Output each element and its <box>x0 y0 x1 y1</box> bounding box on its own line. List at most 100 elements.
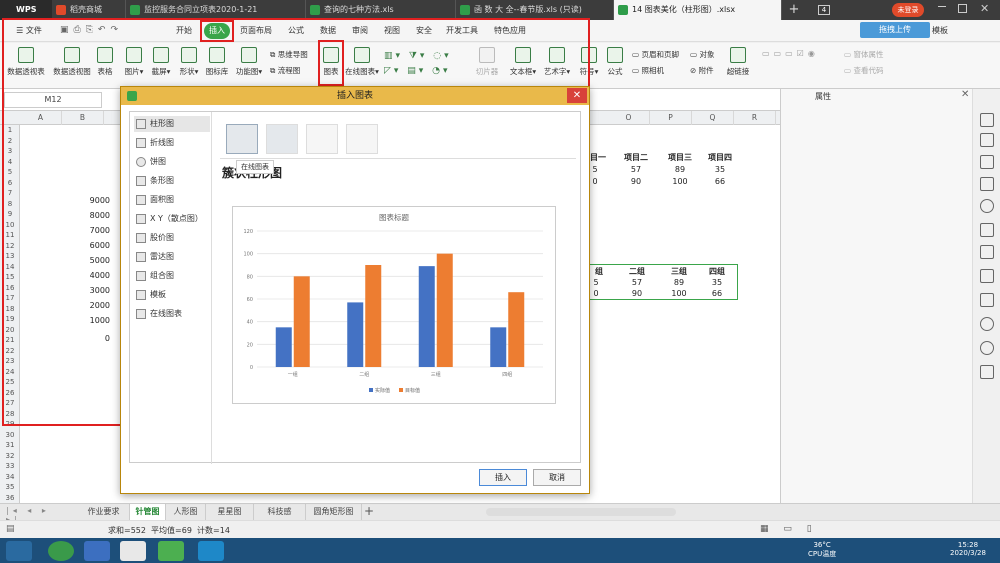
minimize-icon[interactable] <box>938 6 946 7</box>
col-o[interactable]: O <box>608 111 650 125</box>
category-line[interactable]: 折线图 <box>134 135 210 151</box>
category-pie[interactable]: 饼图 <box>134 154 210 170</box>
clock[interactable]: 15:28 2020/3/28 <box>950 541 986 557</box>
photos-icon[interactable] <box>120 541 146 561</box>
sheet-tab[interactable]: 星星图 <box>206 504 254 520</box>
new-tab-button[interactable]: + <box>786 2 802 18</box>
maximize-icon[interactable] <box>958 4 967 13</box>
row-header-cell[interactable]: 32 <box>0 451 20 462</box>
category-column[interactable]: 柱形图 <box>134 116 210 132</box>
category-scatter[interactable]: X Y（散点图） <box>134 211 210 227</box>
subtype-stacked[interactable] <box>266 124 298 154</box>
col-p[interactable]: P <box>650 111 692 125</box>
cancel-button[interactable]: 取消 <box>533 469 581 486</box>
subtype-3d[interactable] <box>346 124 378 154</box>
help-icon[interactable] <box>980 317 994 331</box>
history-icon[interactable] <box>980 341 994 355</box>
table-cell[interactable]: 100 <box>660 177 700 186</box>
col-r[interactable]: R <box>734 111 776 125</box>
category-template[interactable]: 模板 <box>134 287 210 303</box>
style-icon[interactable] <box>980 133 994 147</box>
row-header-cell[interactable]: 34 <box>0 472 20 483</box>
select-icon[interactable] <box>980 113 994 127</box>
table-cell[interactable]: 5 <box>588 165 602 174</box>
dialog-close-button[interactable]: ✕ <box>567 88 587 103</box>
col-q[interactable]: Q <box>692 111 734 125</box>
view-mode-buttons[interactable]: ▦ ▭ ▯ <box>760 524 860 534</box>
formula-button[interactable]: 公式 <box>604 47 626 85</box>
star-icon[interactable] <box>980 223 994 237</box>
table-header[interactable]: 组 <box>589 266 609 277</box>
table-cell[interactable]: 0 <box>588 177 602 186</box>
table-cell[interactable]: 90 <box>616 177 656 186</box>
sheet-tab-active[interactable]: 针管图 <box>130 504 166 520</box>
object-button[interactable]: ▭ 对象 <box>690 49 714 61</box>
browser-icon[interactable] <box>48 541 74 561</box>
insert-button[interactable]: 插入 <box>479 469 527 486</box>
table-cell[interactable]: 66 <box>697 289 737 298</box>
row-header-cell[interactable]: 35 <box>0 482 20 493</box>
login-button[interactable]: 未登录 <box>892 3 924 17</box>
sheet-tab[interactable]: 科技感 <box>254 504 306 520</box>
add-sheet-button[interactable]: + <box>364 504 374 518</box>
tab-doc-3[interactable]: 函 数 大 全--春节版.xls (只读) <box>456 0 614 20</box>
table-cell[interactable]: 89 <box>660 165 700 174</box>
header-footer-button[interactable]: ▭ 页眉和页脚 <box>632 49 679 61</box>
start-icon[interactable] <box>6 541 32 561</box>
wps-app-button[interactable]: WPS <box>0 0 52 20</box>
row-header-cell[interactable]: 30 <box>0 430 20 441</box>
table-cell[interactable]: 57 <box>616 165 656 174</box>
camera-button[interactable]: ▭ 照相机 <box>632 65 664 77</box>
sheet-tab[interactable]: 作业要求 <box>78 504 130 520</box>
table-header[interactable]: 目一 <box>588 152 608 163</box>
tab-doc-1[interactable]: 监控服务合同立项表2020-1-21 <box>126 0 306 20</box>
sheet-tab[interactable]: 圆角矩形图 <box>306 504 362 520</box>
table-header[interactable]: 四组 <box>697 266 737 277</box>
menu-template[interactable]: 模板 <box>930 23 950 39</box>
wechat-icon[interactable] <box>158 541 184 561</box>
tab-count-badge[interactable]: 4 <box>818 5 830 15</box>
table-style-icon[interactable] <box>980 155 994 169</box>
image-icon[interactable] <box>980 293 994 307</box>
form-controls[interactable]: ▭▭▭☑◉ <box>762 49 838 61</box>
location-icon[interactable] <box>980 199 994 213</box>
chart-preview[interactable]: 图表标题 0 20 40 60 80 100 120 一组 二组 三组 四组 实际值 目标值 <box>232 206 556 404</box>
table-cell[interactable]: 100 <box>659 289 699 298</box>
tools-icon[interactable] <box>980 365 994 379</box>
category-bar[interactable]: 条形图 <box>134 173 210 189</box>
sheet-tab[interactable]: 人形图 <box>166 504 206 520</box>
category-stock[interactable]: 股价图 <box>134 230 210 246</box>
subtype-clustered[interactable] <box>226 124 258 154</box>
table-cell[interactable]: 0 <box>589 289 603 298</box>
attachment-button[interactable]: ⊘ 附件 <box>690 65 714 77</box>
table-header[interactable]: 项目二 <box>616 152 656 163</box>
wps-office-icon[interactable] <box>198 541 224 561</box>
table-header[interactable]: 二组 <box>617 266 657 277</box>
tab-doc-2[interactable]: 查询的七种方法.xls <box>306 0 456 20</box>
horizontal-scrollbar[interactable] <box>486 508 676 516</box>
table-cell[interactable]: 57 <box>617 278 657 287</box>
table-cell[interactable]: 89 <box>659 278 699 287</box>
tab-docer-store[interactable]: 稻壳商城 <box>52 0 126 20</box>
category-area[interactable]: 面积图 <box>134 192 210 208</box>
table-header[interactable]: 项目四 <box>700 152 740 163</box>
tab-doc-active[interactable]: 14 图表美化（柱形图）.xlsx <box>614 0 782 20</box>
close-window-icon[interactable]: ✕ <box>980 2 989 15</box>
table-cell[interactable]: 90 <box>617 289 657 298</box>
close-pane-icon[interactable]: ✕ <box>961 89 969 100</box>
share-icon[interactable] <box>980 269 994 283</box>
backup-icon[interactable] <box>980 245 994 259</box>
table-cell[interactable]: 5 <box>589 278 603 287</box>
upload-button[interactable]: 拖拽上传 <box>860 22 930 38</box>
table-header[interactable]: 三组 <box>659 266 699 277</box>
table-header[interactable]: 项目三 <box>660 152 700 163</box>
row-header-cell[interactable]: 36 <box>0 493 20 504</box>
category-combo[interactable]: 组合图 <box>134 268 210 284</box>
row-header-cell[interactable]: 31 <box>0 440 20 451</box>
category-radar[interactable]: 雷达图 <box>134 249 210 265</box>
table-cell[interactable]: 35 <box>700 165 740 174</box>
subtype-percent-stacked[interactable] <box>306 124 338 154</box>
hyperlink-button[interactable]: 超链接 <box>724 47 752 85</box>
layout-icon[interactable] <box>980 177 994 191</box>
table-cell[interactable]: 35 <box>697 278 737 287</box>
